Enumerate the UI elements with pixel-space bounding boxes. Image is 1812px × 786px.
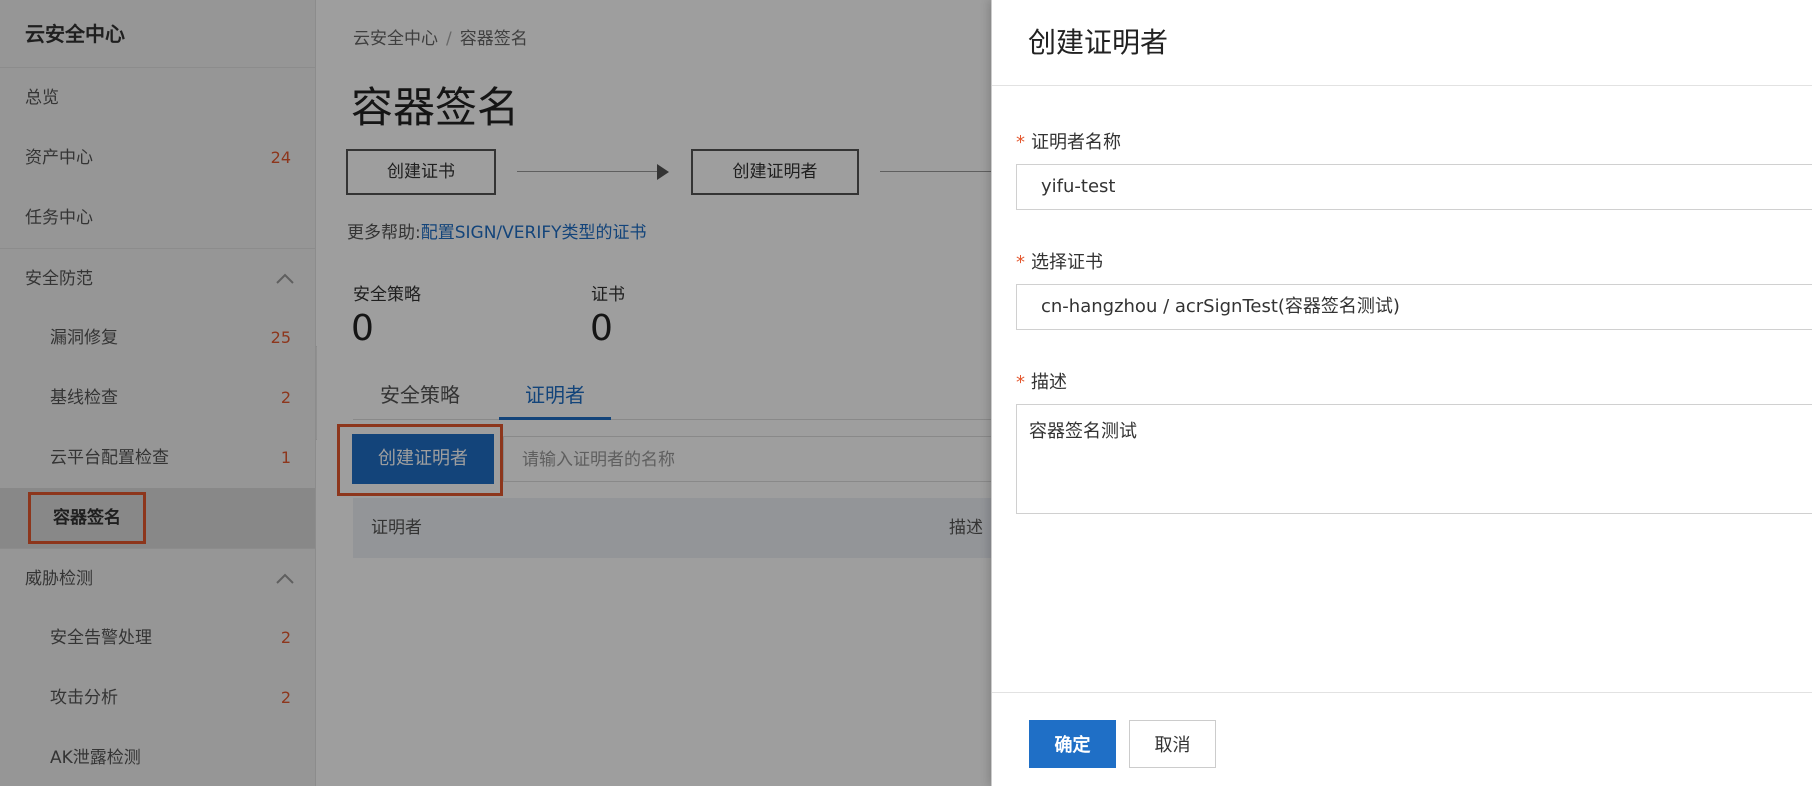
required-mark: *	[1016, 252, 1025, 273]
cancel-button[interactable]: 取消	[1129, 720, 1216, 768]
attestor-name-input[interactable]: yifu-test	[1016, 164, 1812, 210]
description-textarea[interactable]: 容器签名测试	[1016, 404, 1812, 514]
certificate-select[interactable]: cn-hangzhou / acrSignTest(容器签名测试)	[1016, 284, 1812, 330]
name-field-label: * 证明者名称	[1016, 128, 1121, 154]
drawer-title: 创建证明者	[992, 0, 1812, 86]
desc-label-text: 描述	[1031, 372, 1067, 393]
cert-field-label: * 选择证书	[1016, 248, 1103, 274]
desc-field-label: * 描述	[1016, 368, 1067, 394]
create-attestor-drawer: 创建证明者 * 证明者名称 yifu-test * 选择证书 cn-hangzhou…	[991, 0, 1812, 786]
confirm-button[interactable]: 确定	[1029, 720, 1116, 768]
required-mark: *	[1016, 132, 1025, 153]
modal-mask[interactable]	[0, 0, 991, 786]
required-mark: *	[1016, 372, 1025, 393]
drawer-footer: 确定 取消	[992, 692, 1812, 786]
name-label-text: 证明者名称	[1031, 132, 1121, 153]
cert-label-text: 选择证书	[1031, 252, 1103, 273]
